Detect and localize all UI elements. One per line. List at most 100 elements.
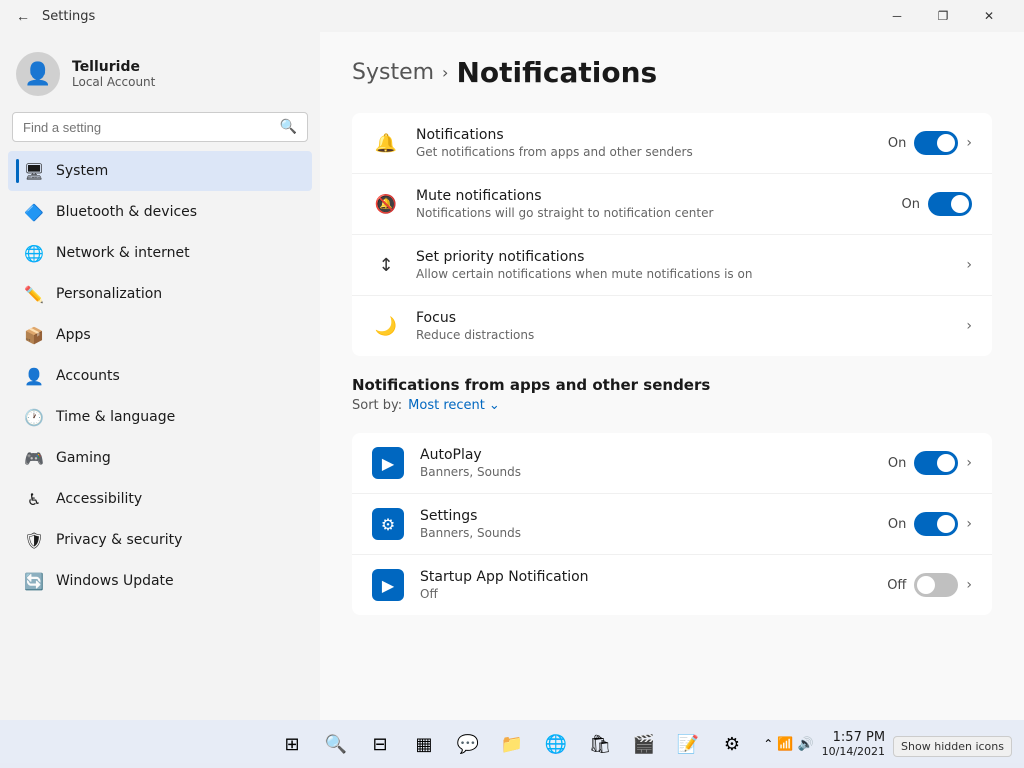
app-chevron-autoplay: ›	[966, 455, 972, 471]
nav-icon-system: 🖥	[24, 161, 44, 181]
nav-label-time: Time & language	[56, 409, 175, 425]
app-toggle-autoplay[interactable]	[914, 451, 958, 475]
clock-time: 1:57 PM	[822, 730, 885, 745]
sidebar-item-apps[interactable]: 📦 Apps	[8, 315, 312, 355]
row-text-priority: Set priority notifications Allow certain…	[416, 249, 950, 281]
app-title: Settings	[42, 9, 95, 24]
row-desc-priority: Allow certain notifications when mute no…	[416, 267, 950, 281]
content-area: System › Notifications 🔔 Notifications G…	[320, 32, 1024, 720]
app-toggle-startupapp[interactable]	[914, 573, 958, 597]
nav-icon-update: 🔄	[24, 571, 44, 591]
taskbar-app-chat[interactable]: 💬	[448, 724, 488, 764]
window-controls: ─ ❐ ✕	[874, 0, 1012, 32]
nav-icon-network: 🌐	[24, 243, 44, 263]
close-button[interactable]: ✕	[966, 0, 1012, 32]
row-desc-mute: Notifications will go straight to notifi…	[416, 206, 886, 220]
search-input[interactable]	[23, 120, 272, 135]
sort-row: Sort by: Most recent ⌄	[352, 394, 992, 425]
taskbar-center: ⊞🔍⊟▦💬📁🌐🛍🎬📝⚙	[272, 724, 752, 764]
settings-row-priority[interactable]: ↕ Set priority notifications Allow certa…	[352, 235, 992, 296]
hidden-icons-button[interactable]: ⌃	[763, 737, 773, 751]
row-text-notifications: Notifications Get notifications from app…	[416, 127, 872, 159]
taskbar-app-widgets[interactable]: ▦	[404, 724, 444, 764]
user-name: Telluride	[72, 59, 155, 75]
app-row-startupapp[interactable]: ▶ Startup App Notification Off Off ›	[352, 555, 992, 615]
taskbar-right: ⌃ 📶 🔊 1:57 PM 10/14/2021 Show hidden ico…	[763, 730, 1012, 758]
app-row-autoplay[interactable]: ▶ AutoPlay Banners, Sounds On ›	[352, 433, 992, 494]
row-text-focus: Focus Reduce distractions	[416, 310, 950, 342]
app-desc-startupapp: Off	[420, 587, 871, 601]
sidebar-item-gaming[interactable]: 🎮 Gaming	[8, 438, 312, 478]
sort-dropdown[interactable]: Most recent ⌄	[408, 398, 500, 413]
app-desc-autoplay: Banners, Sounds	[420, 465, 872, 479]
app-row-settings[interactable]: ⚙ Settings Banners, Sounds On ›	[352, 494, 992, 555]
sidebar-item-system[interactable]: 🖥 System	[8, 151, 312, 191]
breadcrumb-arrow: ›	[442, 63, 448, 82]
app-right-autoplay: On ›	[888, 451, 972, 475]
nav-label-bluetooth: Bluetooth & devices	[56, 204, 197, 220]
breadcrumb: System	[352, 60, 434, 85]
settings-row-mute[interactable]: 🔕 Mute notifications Notifications will …	[352, 174, 992, 235]
page-title: Notifications	[456, 56, 657, 89]
sidebar-item-bluetooth[interactable]: 🔷 Bluetooth & devices	[8, 192, 312, 232]
sidebar-item-network[interactable]: 🌐 Network & internet	[8, 233, 312, 273]
nav-icon-accounts: 👤	[24, 366, 44, 386]
maximize-button[interactable]: ❐	[920, 0, 966, 32]
status-notifications: On	[888, 136, 906, 151]
app-chevron-startupapp: ›	[966, 577, 972, 593]
nav-label-personalization: Personalization	[56, 286, 162, 302]
avatar: 👤	[16, 52, 60, 96]
nav-label-accessibility: Accessibility	[56, 491, 142, 507]
sidebar-item-time[interactable]: 🕐 Time & language	[8, 397, 312, 437]
sidebar-item-personalization[interactable]: ✏️ Personalization	[8, 274, 312, 314]
sidebar-item-update[interactable]: 🔄 Windows Update	[8, 561, 312, 601]
app-icon-settings: ⚙	[372, 508, 404, 540]
tray-tooltip: Show hidden icons	[893, 735, 1012, 754]
nav-icon-time: 🕐	[24, 407, 44, 427]
taskbar-app-explorer[interactable]: 📁	[492, 724, 532, 764]
taskbar-app-store[interactable]: 🛍	[580, 724, 620, 764]
app-text-autoplay: AutoPlay Banners, Sounds	[420, 447, 872, 479]
app-text-settings: Settings Banners, Sounds	[420, 508, 872, 540]
row-desc-notifications: Get notifications from apps and other se…	[416, 145, 872, 159]
taskbar-app-start[interactable]: ⊞	[272, 724, 312, 764]
search-box[interactable]: 🔍	[12, 112, 308, 142]
nav-icon-privacy: 🛡	[24, 530, 44, 550]
settings-row-notifications[interactable]: 🔔 Notifications Get notifications from a…	[352, 113, 992, 174]
settings-row-focus[interactable]: 🌙 Focus Reduce distractions ›	[352, 296, 992, 356]
taskbar-app-search[interactable]: 🔍	[316, 724, 356, 764]
title-bar: ← Settings ─ ❐ ✕	[0, 0, 1024, 32]
taskbar-app-media[interactable]: 🎬	[624, 724, 664, 764]
apps-section-header: Notifications from apps and other sender…	[352, 360, 992, 433]
tooltip-text: Show hidden icons	[893, 736, 1012, 757]
toggle-mute[interactable]	[928, 192, 972, 216]
system-clock[interactable]: 1:57 PM 10/14/2021	[822, 730, 885, 758]
sort-chevron-icon: ⌄	[489, 398, 500, 413]
taskbar-app-edge[interactable]: 🌐	[536, 724, 576, 764]
row-right-notifications: On ›	[888, 131, 972, 155]
nav-icon-bluetooth: 🔷	[24, 202, 44, 222]
page-header: System › Notifications	[352, 56, 992, 89]
clock-date: 10/14/2021	[822, 745, 885, 758]
row-right-focus: ›	[966, 318, 972, 334]
sidebar-item-accounts[interactable]: 👤 Accounts	[8, 356, 312, 396]
sidebar-item-accessibility[interactable]: ♿ Accessibility	[8, 479, 312, 519]
taskbar-app-notepad[interactable]: 📝	[668, 724, 708, 764]
nav-label-apps: Apps	[56, 327, 91, 343]
taskbar-app-taskview[interactable]: ⊟	[360, 724, 400, 764]
app-toggle-settings[interactable]	[914, 512, 958, 536]
toggle-notifications[interactable]	[914, 131, 958, 155]
taskbar-app-settings2[interactable]: ⚙	[712, 724, 752, 764]
apps-section-title: Notifications from apps and other sender…	[352, 376, 992, 394]
row-title-focus: Focus	[416, 310, 950, 326]
system-tray: ⌃ 📶 🔊	[763, 737, 813, 752]
minimize-button[interactable]: ─	[874, 0, 920, 32]
nav-icon-accessibility: ♿	[24, 489, 44, 509]
nav-label-network: Network & internet	[56, 245, 190, 261]
sidebar-item-privacy[interactable]: 🛡 Privacy & security	[8, 520, 312, 560]
app-status-autoplay: On	[888, 456, 906, 471]
search-icon: 🔍	[280, 119, 297, 135]
apps-card: ▶ AutoPlay Banners, Sounds On › ⚙ Settin…	[352, 433, 992, 615]
app-body: 👤 Telluride Local Account 🔍 🖥 System 🔷 B…	[0, 32, 1024, 720]
back-button[interactable]: ←	[12, 4, 34, 28]
